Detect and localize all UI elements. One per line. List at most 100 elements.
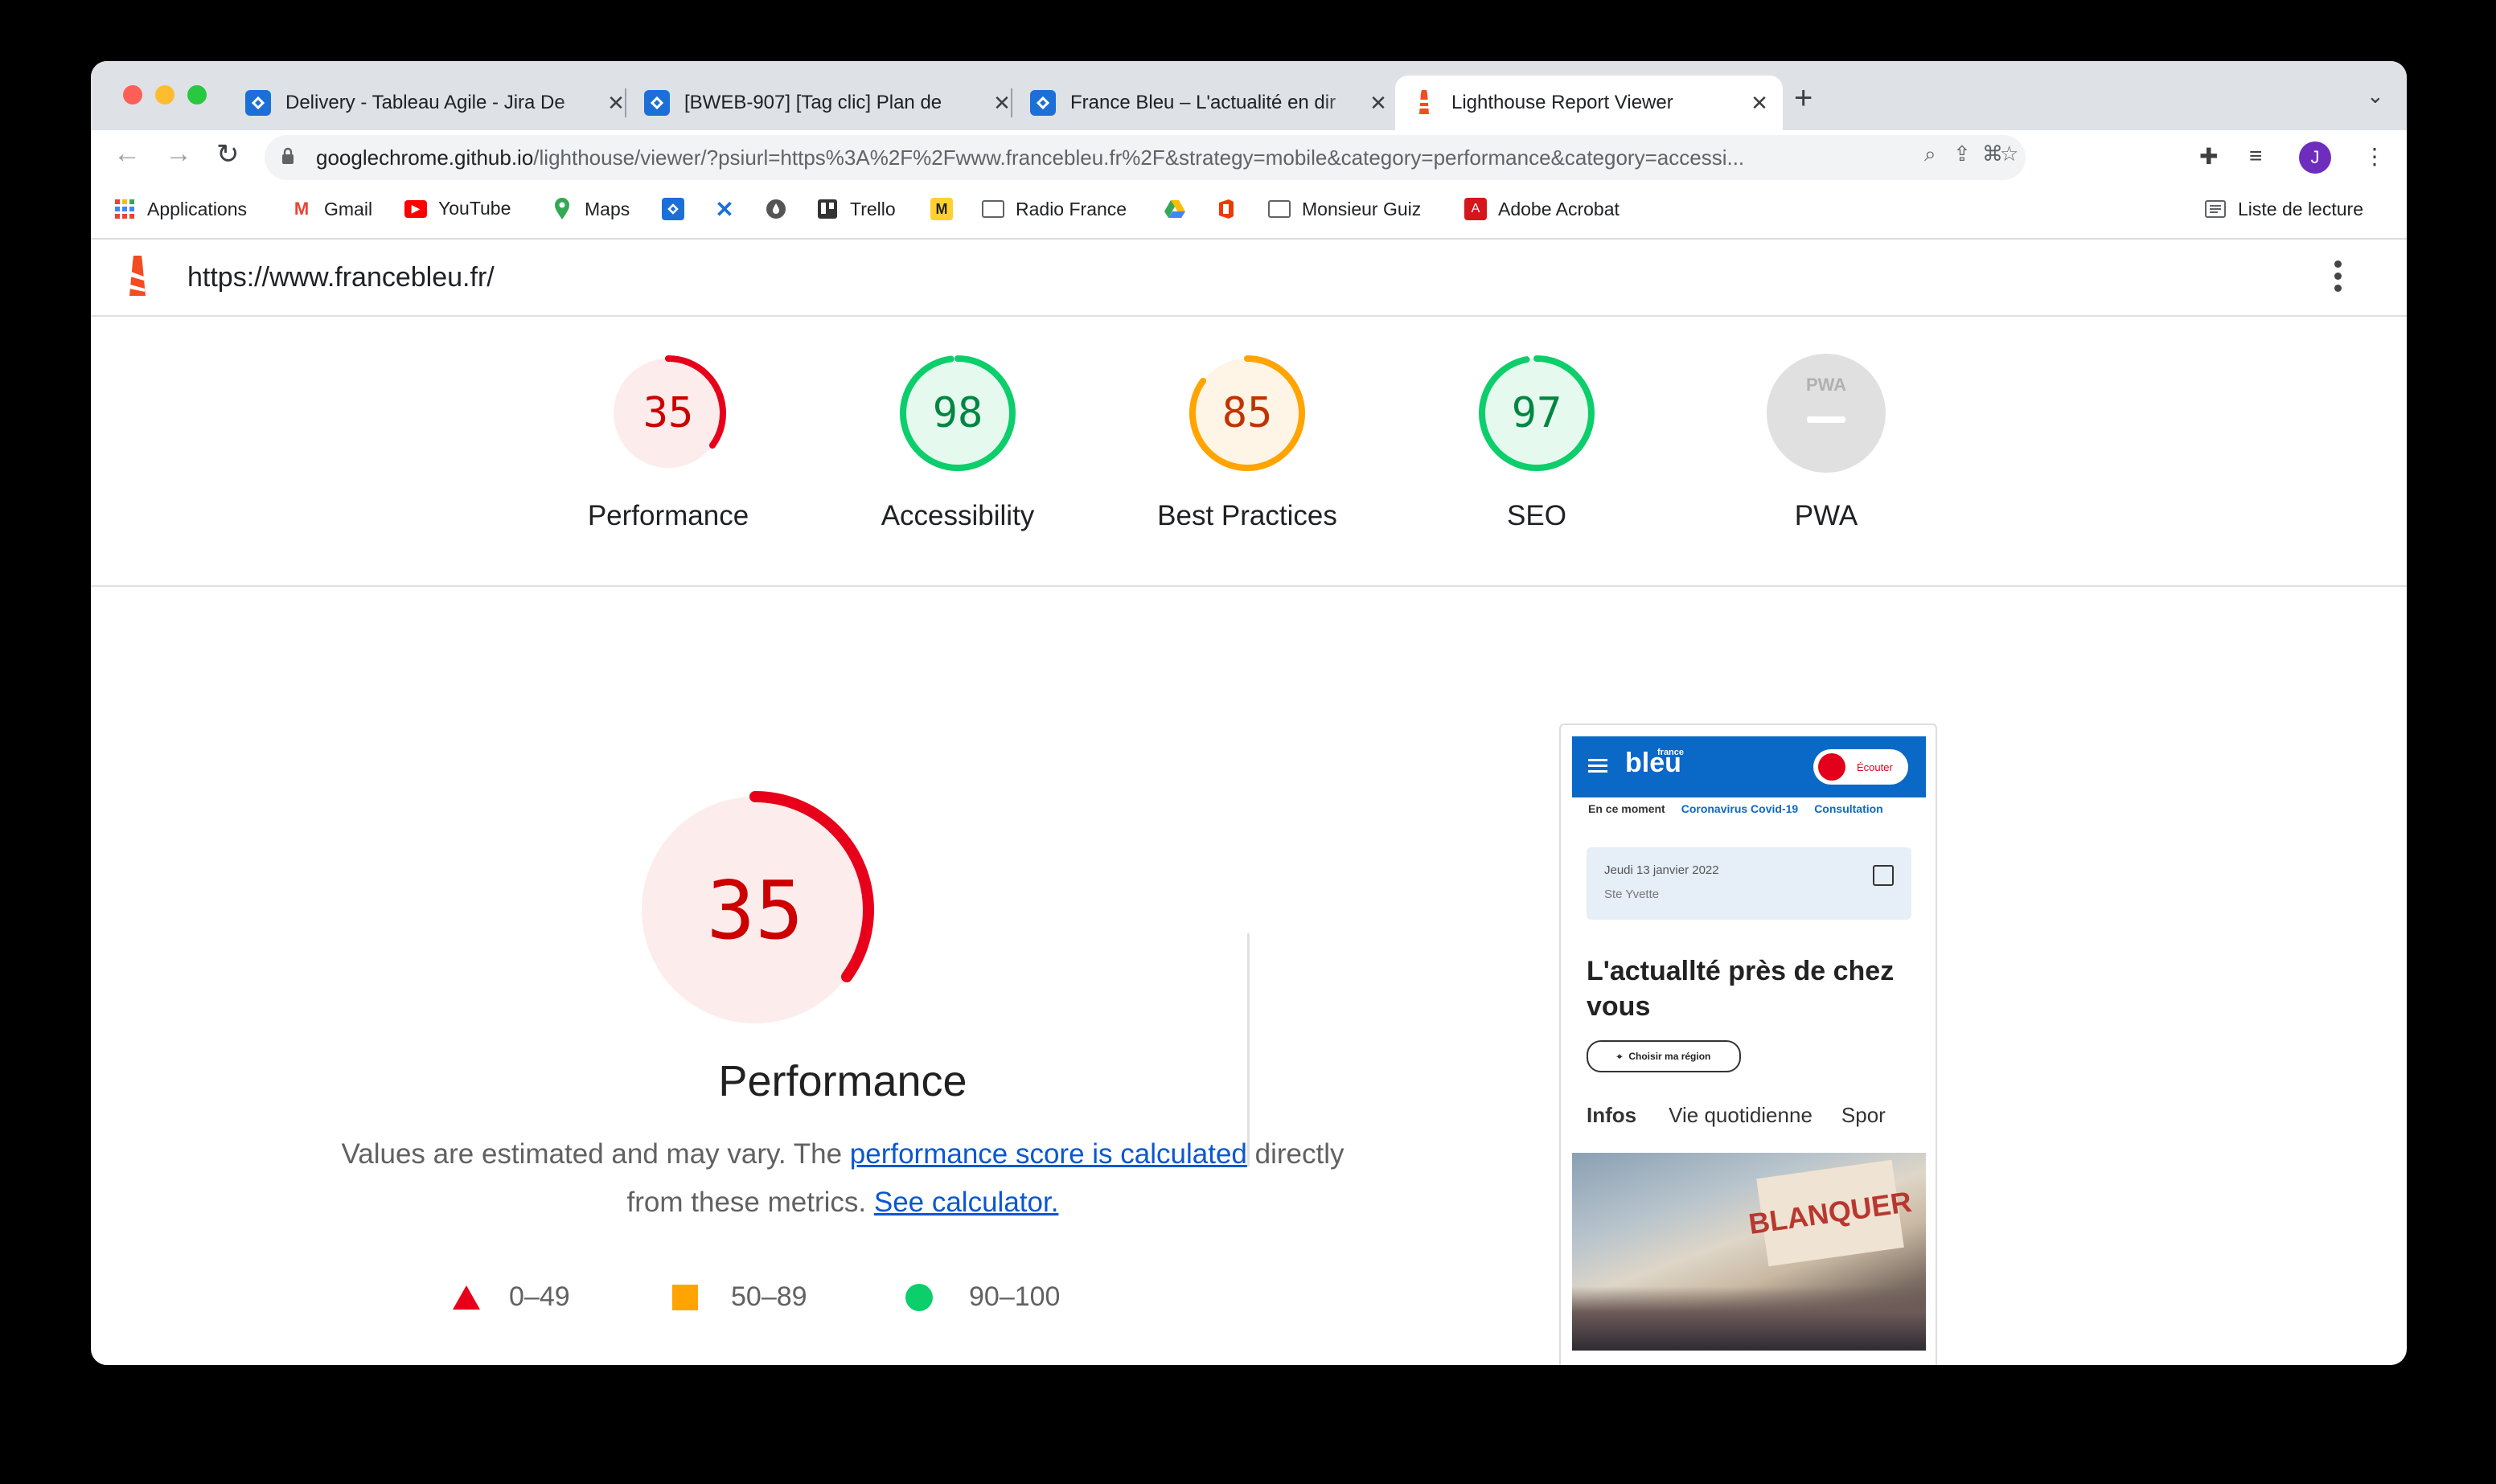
gauge-accessibility[interactable]: 98 Accessibility — [853, 354, 1062, 532]
bookmark-radio-france[interactable]: Radio France — [982, 198, 1127, 220]
lighthouse-favicon-icon — [1411, 90, 1437, 116]
drop-icon — [765, 198, 787, 220]
france-bleu-logo: france bleu — [1625, 748, 1685, 778]
gauge-score: 85 — [1221, 389, 1273, 437]
bookmark-monsieur-guiz[interactable]: Monsieur Guiz — [1268, 198, 1421, 220]
bookmark-jira[interactable] — [662, 198, 696, 220]
gauge-score: 97 — [1511, 389, 1562, 437]
forward-arrow-icon[interactable]: → — [165, 138, 192, 170]
bookmark-applications[interactable]: Applications — [113, 198, 247, 220]
minimize-window-button[interactable] — [155, 85, 174, 105]
acrobat-icon: A — [1464, 198, 1487, 220]
protest-sign: BLANQUER — [1747, 1159, 1914, 1267]
gauge-label: PWA — [1794, 500, 1858, 531]
hamburger-icon — [1588, 756, 1607, 776]
profile-avatar[interactable]: J — [2299, 141, 2331, 174]
play-icon — [1818, 753, 1845, 781]
tab-strip: Delivery - Tableau Agile - Jira De ✕ [BW… — [91, 61, 2407, 130]
bookmark-gmail[interactable]: M Gmail — [290, 198, 372, 220]
jira-favicon-icon — [644, 90, 670, 116]
tab-bweb-907[interactable]: [BWEB-907] [Tag clic] Plan de ✕ — [628, 76, 1025, 130]
bookmark-confluence[interactable]: ✕ — [713, 196, 747, 222]
maps-icon — [551, 198, 573, 220]
orange-square-icon — [672, 1284, 698, 1310]
close-tab-icon[interactable]: ✕ — [1747, 91, 1771, 116]
legend-average: 50–89 — [671, 1281, 807, 1313]
address-bar[interactable]: googlechrome.github.io/lighthouse/viewer… — [265, 135, 2026, 180]
gauge-score: 35 — [642, 389, 694, 437]
legend-fail: 0–49 — [451, 1281, 570, 1313]
pwa-badge-text: PWA — [1805, 375, 1847, 395]
see-calculator-link[interactable]: See calculator. — [874, 1187, 1059, 1218]
legend-pass: 90–100 — [905, 1281, 1060, 1313]
share-icon[interactable]: ⇪ — [1953, 141, 1971, 166]
gauge-seo[interactable]: 97 SEO — [1432, 354, 1641, 532]
close-window-button[interactable] — [123, 85, 142, 105]
confluence-icon: ✕ — [715, 196, 734, 222]
zoom-window-button[interactable] — [187, 85, 207, 105]
tab-search-chevron-icon[interactable]: ⌄ — [2367, 84, 2384, 109]
bookmark-star-icon[interactable]: ☆ — [2000, 141, 2018, 166]
tab-title: Lighthouse Report Viewer — [1451, 92, 1673, 113]
tab-title: [BWEB-907] [Tag clic] Plan de — [684, 92, 942, 113]
report-url: https://www.francebleu.fr/ — [187, 262, 495, 293]
close-tab-icon[interactable]: ✕ — [1366, 91, 1390, 116]
chrome-menu-icon[interactable]: ⋮ — [2363, 143, 2386, 170]
category-gauges: 35 Performance 98 Accessibility 85 Best … — [91, 317, 2407, 587]
location-pin-icon: ⌖ — [1616, 1050, 1623, 1062]
new-tab-button[interactable]: + — [1794, 80, 1812, 117]
gmail-icon: M — [294, 199, 310, 219]
zoom-icon[interactable]: ⌕ — [1924, 141, 1936, 167]
lighthouse-logo-icon — [121, 256, 154, 301]
bookmarks-bar: Applications M Gmail ▶ YouTube Maps ✕ Tr… — [91, 187, 2407, 240]
office-icon — [1215, 198, 1238, 220]
folder-icon — [1268, 198, 1291, 220]
tab-separator — [625, 88, 626, 117]
url-text[interactable]: googlechrome.github.io/lighthouse/viewer… — [316, 146, 1804, 170]
gauge-label: Accessibility — [881, 500, 1035, 531]
gauge-best-practices[interactable]: 85 Best Practices — [1143, 354, 1352, 532]
bookmark-adobe-acrobat[interactable]: A Adobe Acrobat — [1464, 198, 1620, 220]
lock-icon — [281, 147, 302, 168]
bookmark-trello[interactable]: Trello — [816, 198, 896, 220]
extensions-puzzle-icon[interactable]: ✚ — [2199, 143, 2218, 170]
jira-icon — [662, 198, 684, 220]
gauge-pwa[interactable]: PWA PWA — [1722, 354, 1931, 532]
thumb-subnav: En ce moment Coronavirus Covid-19 Consulta… — [1588, 802, 1883, 815]
tab-title: Delivery - Tableau Agile - Jira De — [285, 92, 565, 113]
gauge-performance[interactable]: 35 Performance — [564, 354, 773, 532]
browser-window: Delivery - Tableau Agile - Jira De ✕ [BW… — [91, 61, 2407, 1365]
gauge-score: 98 — [932, 389, 983, 437]
bookmark-miro[interactable]: M — [930, 198, 964, 220]
calendar-icon — [1873, 865, 1894, 886]
reading-list-button[interactable]: Liste de lecture — [2204, 198, 2363, 220]
apps-grid-icon — [113, 198, 136, 220]
tab-separator — [1011, 88, 1012, 117]
tab-france-bleu[interactable]: France Bleu – L'actualité en dir ✕ — [1014, 76, 1402, 130]
tab-jira-delivery[interactable]: Delivery - Tableau Agile - Jira De ✕ — [229, 76, 639, 130]
folder-icon — [982, 198, 1004, 220]
gauge-label: Performance — [587, 500, 749, 531]
bookmark-youtube[interactable]: ▶ YouTube — [404, 198, 511, 219]
performance-section-title: Performance — [718, 1057, 967, 1105]
thumb-tabs: Infos Vie quotidienne Spor — [1587, 1103, 1886, 1127]
miro-icon: M — [930, 198, 953, 220]
thumb-date-card: Jeudi 13 janvier 2022 Ste Yvette — [1587, 847, 1911, 920]
thumb-headline: L'actuallté près de chez vous — [1587, 956, 1895, 1022]
browser-toolbar: ← → ↻ googlechrome.github.io/lighthouse/… — [91, 130, 2407, 187]
thumb-news-photo: BLANQUER — [1572, 1153, 1926, 1351]
bookmark-drop[interactable] — [765, 198, 798, 220]
trello-icon — [816, 198, 839, 220]
more-options-icon[interactable] — [2334, 256, 2342, 297]
tab-lighthouse-viewer[interactable]: Lighthouse Report Viewer ✕ — [1395, 76, 1783, 130]
bookmark-maps[interactable]: Maps — [551, 198, 630, 220]
score-calculated-link[interactable]: performance score is calculated — [850, 1138, 1247, 1170]
reload-icon[interactable]: ↻ — [216, 138, 240, 170]
bookmark-office[interactable] — [1215, 198, 1249, 220]
listen-button: Écouter — [1813, 749, 1908, 785]
performance-main-score: 35 — [706, 863, 804, 957]
reading-media-icon[interactable]: ≡ — [2249, 143, 2262, 169]
back-arrow-icon[interactable]: ← — [113, 138, 141, 170]
bookmark-drive[interactable] — [1164, 198, 1197, 220]
final-screenshot: france bleu Écouter En ce moment Coronavir… — [1559, 724, 1937, 1365]
